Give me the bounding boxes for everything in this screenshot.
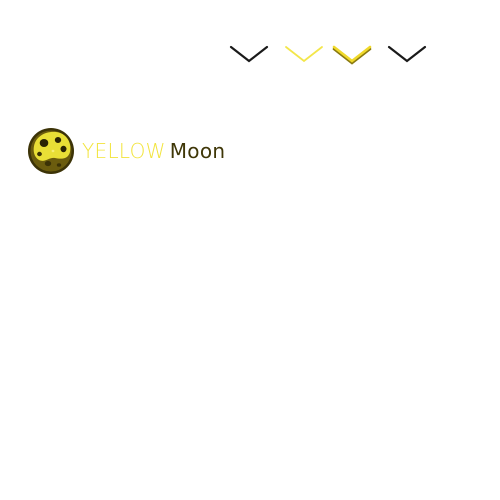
logo-word-yellow: YELLOW bbox=[82, 139, 166, 163]
chevron-down-button-4[interactable] bbox=[386, 42, 428, 68]
chevron-down-icon bbox=[332, 45, 372, 65]
chevron-down-icon bbox=[285, 46, 323, 63]
logo-word-moon: Moon bbox=[169, 139, 226, 163]
yellow-moon-logo: YELLOW Moon bbox=[27, 126, 225, 176]
chevron-down-button-3[interactable] bbox=[331, 42, 373, 68]
chevron-down-icon bbox=[229, 45, 269, 63]
chevron-row bbox=[228, 42, 433, 68]
logo-wordmark: YELLOW Moon bbox=[82, 141, 225, 161]
moon-icon bbox=[27, 127, 75, 175]
chevron-down-icon bbox=[387, 45, 427, 63]
chevron-down-button-1[interactable] bbox=[228, 42, 270, 68]
chevron-down-button-2[interactable] bbox=[283, 42, 325, 68]
